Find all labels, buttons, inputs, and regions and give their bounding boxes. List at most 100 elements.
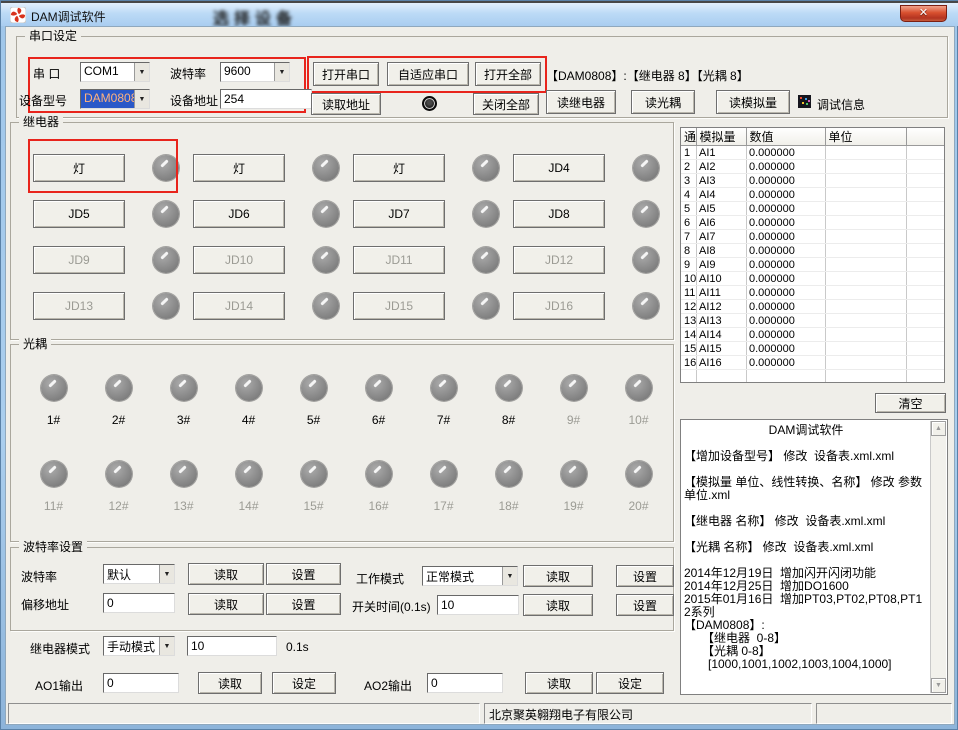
relay-button[interactable]: JD5 [33, 200, 125, 228]
relay-button[interactable]: JD9 [33, 246, 125, 274]
open-serial-button[interactable]: 打开串口 [313, 62, 379, 86]
scroll-up-icon[interactable]: ▲ [931, 421, 946, 436]
relay-button[interactable]: JD7 [353, 200, 445, 228]
ao1-input[interactable] [103, 673, 179, 693]
relay-led [313, 155, 339, 181]
baudrate-set-button[interactable]: 设置 [266, 563, 341, 585]
baudrate-select[interactable]: 默认 ▼ [103, 564, 175, 584]
work-mode-read-button[interactable]: 读取 [523, 565, 593, 587]
work-mode-set-button[interactable]: 设置 [616, 565, 674, 587]
baud-label: 波特率 [170, 65, 206, 82]
chevron-down-icon[interactable]: ▼ [159, 637, 174, 655]
cell-value: 0.000000 [746, 286, 825, 300]
relay-mode-time-input[interactable] [187, 636, 277, 656]
cell-unit [825, 328, 906, 342]
opto-group-title: 光耦 [19, 337, 51, 351]
relay-button[interactable]: JD12 [513, 246, 605, 274]
relay-button[interactable]: JD16 [513, 292, 605, 320]
titlebar[interactable]: 选择设备 DAM调试软件 ✕ [1, 1, 958, 26]
cell-analog: AI1 [696, 146, 746, 160]
statusbar-company: 北京聚英翱翔电子有限公司 [484, 703, 812, 724]
opto-channel: 5# [281, 375, 346, 427]
ao2-input[interactable] [427, 673, 503, 693]
ao1-set-button[interactable]: 设定 [272, 672, 336, 694]
info-title: DAM调试软件 [684, 424, 928, 437]
work-mode-select[interactable]: 正常模式 ▼ [422, 566, 518, 586]
col-unit[interactable]: 单位 [825, 128, 906, 146]
adaptive-serial-button[interactable]: 自适应串口 [387, 62, 469, 86]
relay-button[interactable]: JD10 [193, 246, 285, 274]
port-select[interactable]: COM1 ▼ [80, 62, 150, 82]
relay-cell: 灯 [33, 145, 193, 191]
switch-time-set-button[interactable]: 设置 [616, 594, 674, 616]
ao1-read-button[interactable]: 读取 [198, 672, 262, 694]
relay-button[interactable]: JD4 [513, 154, 605, 182]
analog-table: 通 模拟量 数值 单位 1 AI1 0.000000 [680, 127, 945, 383]
cell-extra [906, 258, 945, 272]
relay-cell: JD5 [33, 191, 193, 237]
relay-button[interactable]: JD11 [353, 246, 445, 274]
col-channel[interactable]: 通 [681, 128, 696, 146]
scroll-down-icon[interactable]: ▼ [931, 678, 946, 693]
analog-table-row: 13 AI13 0.000000 [681, 314, 945, 328]
offset-read-button[interactable]: 读取 [188, 593, 264, 615]
cell-value: 0.000000 [746, 300, 825, 314]
read-address-button[interactable]: 读取地址 [311, 93, 381, 115]
read-relay-button[interactable]: 读继电器 [546, 90, 616, 114]
address-input[interactable] [220, 89, 312, 109]
opto-channel-label: 19# [563, 499, 583, 513]
col-value[interactable]: 数值 [746, 128, 825, 146]
read-opto-button[interactable]: 读光耦 [631, 90, 695, 114]
opto-channel: 12# [86, 461, 151, 513]
chevron-down-icon[interactable]: ▼ [134, 63, 149, 81]
opto-channel-label: 10# [628, 413, 648, 427]
relay-button[interactable]: JD14 [193, 292, 285, 320]
close-all-button[interactable]: 关闭全部 [473, 93, 539, 115]
offset-input[interactable] [103, 593, 175, 613]
relay-button[interactable]: 灯 [33, 154, 125, 182]
opto-channel-label: 18# [498, 499, 518, 513]
relay-button[interactable]: 灯 [353, 154, 445, 182]
open-all-button[interactable]: 打开全部 [475, 62, 541, 86]
analog-table-row: 8 AI8 0.000000 [681, 244, 945, 258]
clear-button[interactable]: 清空 [875, 393, 946, 413]
relay-led [313, 293, 339, 319]
debug-info-label[interactable]: 调试信息 [817, 96, 865, 113]
ao2-read-button[interactable]: 读取 [525, 672, 593, 694]
relay-cell: JD10 [193, 237, 353, 283]
work-mode-label: 工作模式 [356, 570, 404, 587]
analog-table-row: 5 AI5 0.000000 [681, 202, 945, 216]
relay-button[interactable]: JD6 [193, 200, 285, 228]
opto-led [431, 375, 457, 401]
chevron-down-icon[interactable]: ▼ [274, 63, 289, 81]
baud-select[interactable]: 9600 ▼ [220, 62, 290, 82]
opto-led [171, 461, 197, 487]
relay-button[interactable]: JD8 [513, 200, 605, 228]
baudrate-read-button[interactable]: 读取 [188, 563, 264, 585]
relay-button[interactable]: JD13 [33, 292, 125, 320]
cell-extra [906, 146, 945, 160]
relay-led [153, 155, 179, 181]
ao2-set-button[interactable]: 设定 [596, 672, 664, 694]
relay-mode-select[interactable]: 手动模式 ▼ [103, 636, 175, 656]
chevron-down-icon[interactable]: ▼ [502, 567, 517, 585]
info-scrollbar[interactable]: ▲ ▼ [930, 421, 946, 693]
close-icon[interactable]: ✕ [900, 5, 947, 22]
switch-time-input[interactable] [437, 595, 519, 615]
read-analog-button[interactable]: 读模拟量 [716, 90, 790, 114]
relay-button[interactable]: JD15 [353, 292, 445, 320]
cell-extra [906, 300, 945, 314]
offset-set-button[interactable]: 设置 [266, 593, 341, 615]
client-area: 串口设定 串 口 COM1 ▼ 波特率 9600 ▼ 设备型号 DAM0808 … [5, 26, 955, 725]
relay-button[interactable]: 灯 [193, 154, 285, 182]
col-analog[interactable]: 模拟量 [696, 128, 746, 146]
chevron-down-icon[interactable]: ▼ [159, 565, 174, 583]
opto-led [41, 375, 67, 401]
model-select[interactable]: DAM0808 ▼ [80, 89, 150, 109]
chevron-down-icon[interactable]: ▼ [134, 90, 149, 108]
cell-extra [906, 230, 945, 244]
opto-channel-label: 17# [433, 499, 453, 513]
switch-time-read-button[interactable]: 读取 [523, 594, 593, 616]
cell-analog: AI12 [696, 300, 746, 314]
cell-unit [825, 188, 906, 202]
